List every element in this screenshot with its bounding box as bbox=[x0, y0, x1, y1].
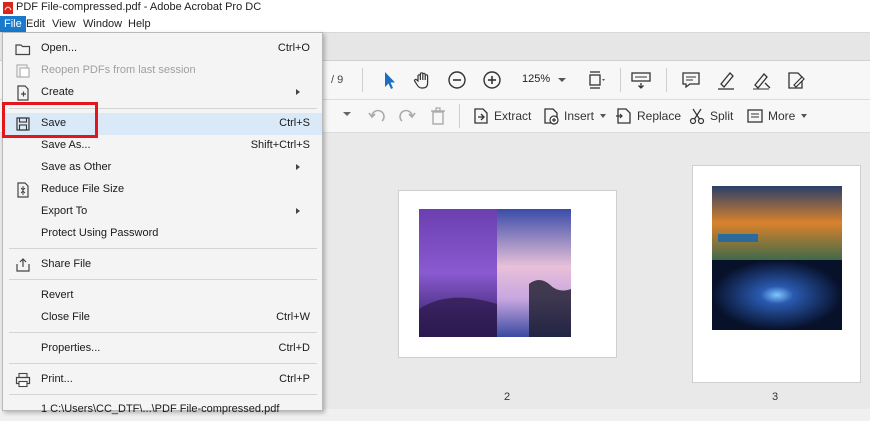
zoom-value: 125% bbox=[522, 73, 551, 85]
more-button[interactable]: More bbox=[746, 106, 808, 126]
menu-item-create[interactable]: Create bbox=[3, 82, 322, 104]
split-button[interactable]: Split bbox=[688, 106, 733, 126]
menu-separator bbox=[9, 332, 317, 333]
insert-label: Insert bbox=[564, 109, 595, 123]
highlight-icon[interactable] bbox=[715, 69, 737, 91]
extract-label: Extract bbox=[494, 109, 532, 123]
menu-window[interactable]: Window bbox=[79, 16, 126, 32]
menu-bar: File Edit View Window Help bbox=[0, 16, 870, 33]
file-menu: Open... Ctrl+O Reopen PDFs from last ses… bbox=[2, 32, 323, 415]
scissors-icon bbox=[689, 108, 705, 125]
comment-icon[interactable] bbox=[680, 69, 702, 91]
extract-icon bbox=[474, 108, 488, 124]
menu-edit[interactable]: Edit bbox=[22, 16, 49, 32]
menu-separator bbox=[9, 248, 317, 249]
menu-item-save-as-other[interactable]: Save as Other bbox=[3, 157, 322, 179]
rotate-right-icon[interactable] bbox=[397, 107, 417, 127]
chevron-down-icon bbox=[600, 114, 607, 118]
split-label: Split bbox=[710, 109, 734, 123]
extract-button[interactable]: Extract bbox=[472, 106, 531, 126]
menu-item-print[interactable]: Print... Ctrl+P bbox=[3, 369, 322, 391]
zoom-in-icon[interactable] bbox=[481, 69, 503, 91]
chevron-right-icon bbox=[296, 164, 300, 170]
toolbar-separator bbox=[362, 68, 363, 92]
menu-item-export-to[interactable]: Export To bbox=[3, 201, 322, 223]
window-title: PDF File-compressed.pdf - Adobe Acrobat … bbox=[16, 1, 262, 13]
reopen-icon bbox=[16, 64, 30, 78]
reduce-size-icon bbox=[17, 182, 29, 198]
replace-label: Replace bbox=[637, 109, 682, 123]
annotation-highlight-box bbox=[2, 102, 98, 138]
chevron-right-icon bbox=[296, 89, 300, 95]
menu-item-open[interactable]: Open... Ctrl+O bbox=[3, 38, 322, 60]
menu-item-reopen[interactable]: Reopen PDFs from last session bbox=[3, 60, 322, 82]
menu-item-recent-file[interactable]: 1 C:\Users\CC_DTF\...\PDF File-compresse… bbox=[3, 399, 322, 421]
menu-separator bbox=[9, 394, 317, 395]
page-number-label: 3 bbox=[772, 391, 779, 403]
menu-item-reduce-file-size[interactable]: Reduce File Size bbox=[3, 179, 322, 201]
page-image bbox=[419, 209, 571, 337]
toolbar-separator bbox=[459, 104, 460, 128]
chevron-down-icon[interactable] bbox=[343, 112, 351, 116]
insert-button[interactable]: Insert bbox=[542, 106, 607, 126]
acrobat-pdf-icon bbox=[3, 2, 13, 14]
chevron-down-icon bbox=[801, 114, 808, 118]
printer-icon bbox=[15, 372, 31, 388]
menu-item-properties[interactable]: Properties... Ctrl+D bbox=[3, 338, 322, 360]
page-number-label: 2 bbox=[504, 391, 511, 403]
more-icon bbox=[747, 109, 763, 123]
zoom-select[interactable]: 125% bbox=[514, 69, 570, 89]
page-thumbnail-3[interactable] bbox=[692, 165, 861, 383]
create-pdf-icon bbox=[17, 85, 29, 101]
menu-item-protect-password[interactable]: Protect Using Password bbox=[3, 223, 322, 245]
chevron-right-icon bbox=[296, 208, 300, 214]
fill-sign-icon[interactable] bbox=[785, 69, 807, 91]
select-arrow-icon[interactable] bbox=[378, 69, 400, 91]
menu-separator bbox=[9, 279, 317, 280]
page-thumbnail-2[interactable] bbox=[398, 190, 617, 358]
open-folder-icon bbox=[15, 44, 31, 56]
toolbar-separator bbox=[666, 68, 667, 92]
delete-icon[interactable] bbox=[428, 106, 448, 126]
share-icon bbox=[16, 258, 30, 272]
menu-separator bbox=[9, 363, 317, 364]
title-bar: PDF File-compressed.pdf - Adobe Acrobat … bbox=[0, 0, 870, 16]
page-count: / 9 bbox=[331, 74, 344, 86]
rotate-left-icon[interactable] bbox=[367, 107, 387, 127]
insert-icon bbox=[544, 108, 559, 125]
fit-page-icon[interactable] bbox=[586, 69, 608, 91]
menu-item-revert[interactable]: Revert bbox=[3, 285, 322, 307]
menu-item-close-file[interactable]: Close File Ctrl+W bbox=[3, 307, 322, 329]
keyboard-icon[interactable] bbox=[630, 69, 652, 91]
toolbar-separator bbox=[620, 68, 621, 92]
chevron-down-icon bbox=[558, 78, 566, 82]
menu-help[interactable]: Help bbox=[124, 16, 155, 32]
page-image bbox=[712, 186, 842, 330]
sign-icon[interactable] bbox=[750, 69, 772, 91]
hand-icon[interactable] bbox=[412, 69, 434, 91]
more-label: More bbox=[768, 109, 796, 123]
menu-item-share-file[interactable]: Share File bbox=[3, 254, 322, 276]
replace-icon bbox=[616, 108, 631, 124]
menu-view[interactable]: View bbox=[48, 16, 80, 32]
replace-button[interactable]: Replace bbox=[615, 106, 681, 126]
menu-item-save-as[interactable]: Save As... Shift+Ctrl+S bbox=[3, 135, 322, 157]
zoom-out-icon[interactable] bbox=[446, 69, 468, 91]
